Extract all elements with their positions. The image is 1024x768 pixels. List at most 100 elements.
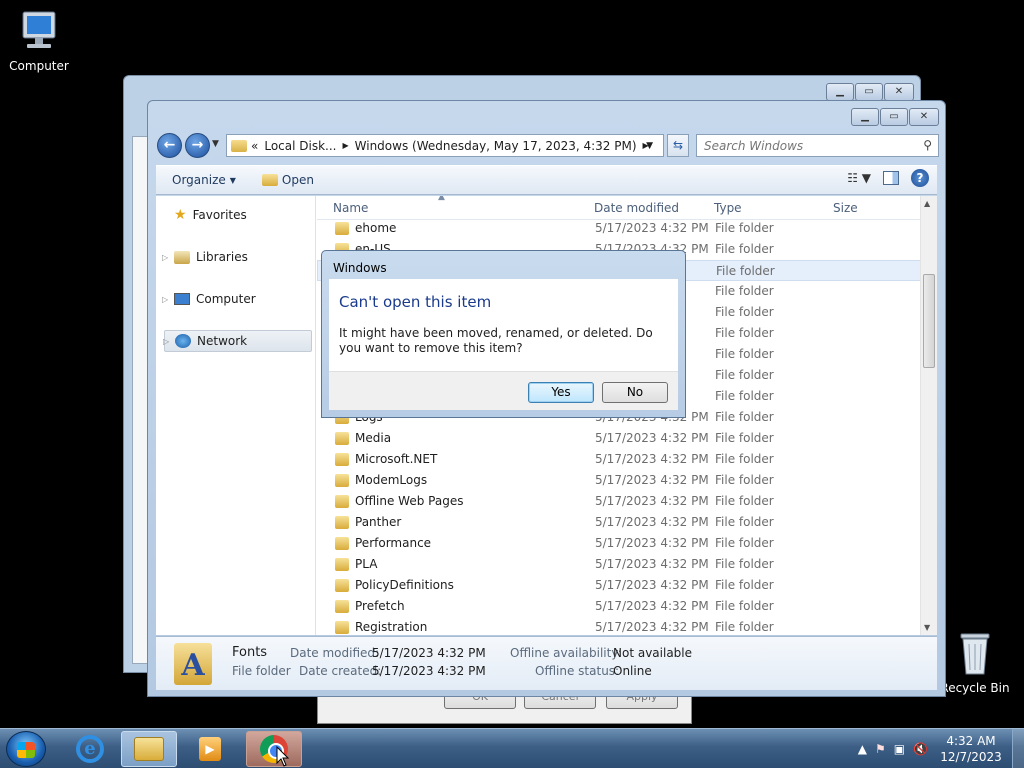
nav-item-computer[interactable]: ▷ Computer: [162, 288, 312, 310]
back-button[interactable]: ←: [157, 133, 182, 158]
folder-icon: [335, 432, 349, 445]
start-button[interactable]: [6, 731, 46, 767]
open-button[interactable]: Open: [254, 168, 322, 192]
folder-icon: [335, 558, 349, 571]
folder-icon: [335, 516, 349, 529]
scroll-down-icon[interactable]: ▼: [924, 623, 930, 632]
nav-item-libraries[interactable]: ▷ Libraries: [162, 246, 312, 268]
preview-pane-icon[interactable]: [883, 171, 899, 185]
taskbar-chrome[interactable]: [246, 731, 302, 767]
dialog-body: Can't open this item It might have been …: [329, 279, 678, 371]
clock[interactable]: 4:32 AM 12/7/2023: [936, 733, 1006, 765]
file-type: File folder: [715, 305, 774, 319]
maximize-button[interactable]: ▭: [855, 83, 883, 101]
file-row[interactable]: ModemLogs 5/17/2023 4:32 PM File folder: [317, 470, 921, 491]
show-desktop-button[interactable]: [1012, 729, 1024, 768]
minimize-button[interactable]: ▁: [826, 83, 854, 101]
chevron-down-icon: ▼: [229, 175, 236, 185]
file-row[interactable]: Prefetch 5/17/2023 4:32 PM File folder: [317, 596, 921, 617]
breadcrumb-separator-icon[interactable]: ▶: [342, 141, 348, 150]
folder-icon: [335, 621, 349, 634]
minimize-button[interactable]: ▁: [851, 108, 879, 126]
scroll-thumb[interactable]: [923, 274, 935, 368]
details-name: Fonts: [232, 645, 268, 660]
taskbar-internet-explorer[interactable]: e: [62, 731, 118, 767]
breadcrumb-windows[interactable]: Windows (Wednesday, May 17, 2023, 4:32 P…: [355, 139, 637, 153]
desktop-icon-computer[interactable]: Computer: [1, 10, 77, 73]
forward-arrow-icon: →: [191, 137, 204, 153]
file-row[interactable]: Performance 5/17/2023 4:32 PM File folder: [317, 533, 921, 554]
show-hidden-icons-icon[interactable]: ▲: [858, 742, 867, 756]
expand-arrow-icon[interactable]: ▷: [162, 295, 168, 304]
file-type: File folder: [715, 221, 774, 235]
yes-button[interactable]: Yes: [528, 382, 594, 403]
nav-item-favorites[interactable]: ★ Favorites: [164, 204, 312, 226]
vertical-scrollbar[interactable]: ▲ ▼: [920, 196, 937, 635]
dialog-message: It might have been moved, renamed, or de…: [339, 326, 653, 355]
organize-label: Organize: [172, 173, 226, 187]
file-date-modified: 5/17/2023 4:32 PM: [595, 599, 709, 613]
address-bar[interactable]: « Local Disk... ▶ Windows (Wednesday, Ma…: [226, 134, 664, 157]
column-date-modified[interactable]: Date modified: [594, 201, 679, 215]
search-icon[interactable]: ⚲: [923, 138, 932, 152]
taskbar-media-player[interactable]: ▶: [182, 731, 238, 767]
windows-explorer-icon: [134, 737, 164, 761]
file-date-modified: 5/17/2023 4:32 PM: [595, 431, 709, 445]
help-icon[interactable]: ?: [911, 169, 929, 187]
date-modified-value: 5/17/2023 4:32 PM: [372, 646, 486, 660]
forward-button[interactable]: →: [185, 133, 210, 158]
search-box[interactable]: ⚲: [696, 134, 939, 157]
expand-arrow-icon[interactable]: ▷: [162, 253, 168, 262]
file-row[interactable]: PLA 5/17/2023 4:32 PM File folder: [317, 554, 921, 575]
caption-buttons: ▁ ▭ ✕: [851, 108, 939, 126]
refresh-button[interactable]: ⇆: [667, 134, 689, 157]
file-date-modified: 5/17/2023 4:32 PM: [595, 452, 709, 466]
column-size[interactable]: Size: [833, 201, 858, 215]
file-row[interactable]: Media 5/17/2023 4:32 PM File folder: [317, 428, 921, 449]
taskbar-windows-explorer[interactable]: [121, 731, 177, 767]
desktop-icon-label: Computer: [9, 59, 69, 73]
column-type[interactable]: Type: [714, 201, 742, 215]
views-icon[interactable]: ☷ ▼: [847, 171, 871, 185]
windows-logo-icon: [17, 742, 35, 758]
refresh-icon: ⇆: [672, 138, 684, 152]
file-name: Panther: [355, 515, 402, 529]
file-type: File folder: [715, 536, 774, 550]
computer-icon: [22, 11, 56, 48]
address-dropdown-icon[interactable]: ▼: [646, 141, 653, 151]
expand-arrow-icon[interactable]: ▷: [163, 337, 169, 346]
file-row[interactable]: ehome 5/17/2023 4:32 PM File folder: [317, 218, 921, 239]
nav-label: Network: [197, 334, 248, 348]
file-type: File folder: [715, 557, 774, 571]
file-row[interactable]: Microsoft.NET 5/17/2023 4:32 PM File folde…: [317, 449, 921, 470]
desktop-icon-recycle-bin[interactable]: Recycle Bin: [937, 630, 1013, 695]
file-row[interactable]: Registration 5/17/2023 4:32 PM File folder: [317, 617, 921, 635]
file-row[interactable]: Panther 5/17/2023 4:32 PM File folder: [317, 512, 921, 533]
breadcrumb-local-disk[interactable]: Local Disk...: [264, 139, 336, 153]
close-button[interactable]: ✕: [909, 108, 939, 126]
open-folder-icon: [261, 174, 278, 186]
file-row[interactable]: PolicyDefinitions 5/17/2023 4:32 PM File f…: [317, 575, 921, 596]
folder-icon: [231, 139, 247, 152]
no-button[interactable]: No: [602, 382, 668, 403]
scroll-up-icon[interactable]: ▲: [924, 199, 930, 208]
file-type: File folder: [715, 452, 774, 466]
recent-pages-button[interactable]: ▼: [212, 139, 219, 149]
action-center-icon[interactable]: ⚑: [875, 742, 886, 756]
column-name[interactable]: Name: [333, 201, 368, 215]
close-button[interactable]: ✕: [884, 83, 914, 101]
offline-availability-label: Offline availability:: [510, 646, 622, 660]
maximize-button[interactable]: ▭: [880, 108, 908, 126]
organize-menu[interactable]: Organize ▼: [164, 168, 244, 192]
volume-muted-icon[interactable]: 🔇: [913, 742, 928, 756]
network-status-icon[interactable]: ▣: [894, 742, 905, 756]
taskbar: e ▶ ▲ ⚑ ▣ 🔇 4:32 AM 12/7/2023: [0, 728, 1024, 768]
nav-item-network[interactable]: ▷ Network: [163, 330, 312, 352]
breadcrumb-overflow[interactable]: «: [251, 139, 258, 153]
file-name: Prefetch: [355, 599, 405, 613]
file-type: File folder: [715, 410, 774, 424]
details-kind: File folder: [232, 664, 291, 678]
file-row[interactable]: Offline Web Pages 5/17/2023 4:32 PM File f…: [317, 491, 921, 512]
search-input[interactable]: [697, 135, 907, 156]
file-date-modified: 5/17/2023 4:32 PM: [595, 557, 709, 571]
